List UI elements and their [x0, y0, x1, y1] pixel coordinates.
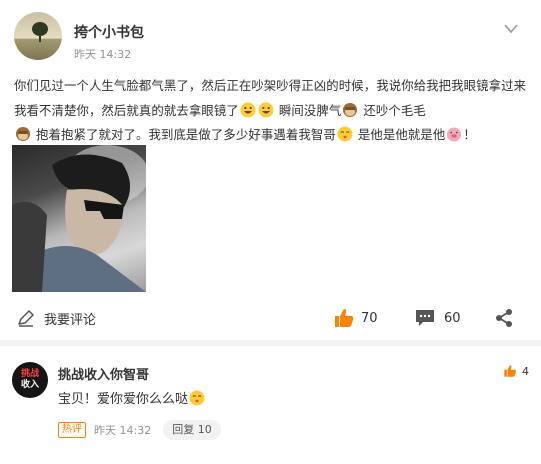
author-name[interactable]: 挎个小书包	[74, 22, 144, 42]
chevron-down-icon[interactable]	[501, 22, 521, 36]
section-divider	[0, 340, 541, 346]
grin-emoji	[240, 102, 256, 117]
thumbs-up-icon	[335, 309, 354, 327]
comment-count: 60	[444, 310, 461, 326]
edit-icon	[18, 310, 34, 327]
comment-time: 昨天 14:32	[94, 424, 152, 437]
avatar-text: 挑战	[20, 369, 39, 379]
thumbs-up-icon	[504, 365, 516, 377]
comment-meta: 热评 昨天 14:32 回复 10	[58, 420, 221, 440]
kiss-emoji	[189, 390, 205, 406]
post-text-part: 瞬间没脾气	[278, 102, 342, 118]
pig-emoji	[447, 127, 462, 142]
hot-comment-badge: 热评	[58, 422, 86, 438]
comment-input-button[interactable]: 我要评论	[16, 300, 96, 336]
comment-text: 宝贝！爱你爱你么么哒	[58, 388, 206, 407]
grin-emoji	[258, 102, 274, 117]
post-text-part: 是他是他就是他	[357, 127, 446, 142]
comment-like-count: 4	[522, 364, 529, 378]
post-photo[interactable]	[12, 145, 146, 292]
post-text-part: ！	[463, 127, 476, 142]
comment-like-button[interactable]: 4	[503, 364, 529, 378]
monkey-emoji	[16, 127, 30, 141]
monkey-emoji	[343, 102, 358, 117]
comment-body: 宝贝！爱你爱你么么哒	[58, 392, 189, 407]
comment-item: 挑战 收入 挑战收入你智哥 4 宝贝！爱你爱你么么哒 热评 昨天 14:32 回…	[0, 350, 541, 464]
reply-button[interactable]: 回复 10	[163, 420, 221, 440]
share-icon	[496, 309, 512, 327]
kiss-emoji	[337, 126, 353, 142]
comment-placeholder: 我要评论	[44, 312, 97, 328]
photo-illustration	[12, 145, 146, 292]
share-button[interactable]	[494, 300, 514, 336]
post-text-part: 还吵个毛毛	[363, 102, 426, 118]
post-text: 你们见过一个人生气脸都气黑了，然后正在吵架吵得正凶的时候，我说你给我把我眼镜拿过…	[14, 74, 530, 148]
commenter-avatar[interactable]: 挑战 收入	[12, 362, 48, 398]
comment-button[interactable]: 60	[414, 300, 461, 336]
commenter-name[interactable]: 挑战收入你智哥	[58, 364, 149, 383]
like-button[interactable]: 70	[333, 300, 378, 336]
like-count: 70	[361, 310, 378, 326]
post-text-part: 抱着抱紧了就对了。我到底是做了多少好事遇着我智哥	[36, 127, 336, 142]
action-bar: 我要评论 70 60	[0, 300, 541, 336]
post-time: 昨天 14:32	[74, 48, 132, 61]
author-avatar[interactable]	[14, 12, 62, 60]
post-header: 挎个小书包 昨天 14:32	[14, 12, 527, 62]
avatar-text: 收入	[20, 380, 39, 390]
comment-icon	[416, 310, 434, 326]
